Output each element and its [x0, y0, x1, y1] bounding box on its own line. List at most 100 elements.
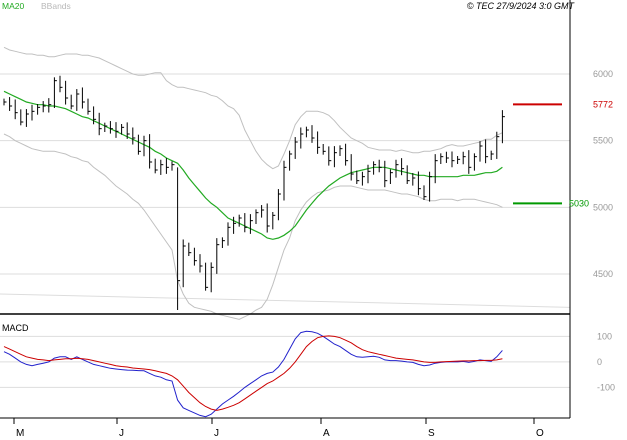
price-bar	[451, 151, 455, 168]
price-bar	[328, 146, 332, 166]
price-bar	[70, 94, 74, 110]
price-bar	[350, 154, 354, 181]
price-bar	[137, 134, 141, 155]
price-bar	[305, 126, 309, 138]
price-bar	[339, 145, 343, 156]
price-bars	[3, 75, 505, 310]
price-bar	[462, 151, 466, 165]
month-label: S	[428, 428, 435, 439]
price-bar	[272, 212, 276, 230]
chart-canvas: 4500 5000 5500 6000 100 0 -100 M J J A S O MA20 BBan…	[0, 0, 615, 439]
price-bar	[31, 104, 35, 121]
price-tick-label: 5000	[593, 202, 613, 212]
price-bar	[406, 165, 410, 184]
ma20-line	[3, 90, 503, 240]
price-bar	[199, 254, 203, 273]
price-bar	[300, 127, 304, 149]
axes-frame	[0, 0, 571, 419]
price-bar	[210, 262, 214, 293]
price-tick-label: 5500	[593, 136, 613, 146]
price-gridline-low	[0, 293, 571, 308]
price-bar	[182, 239, 186, 288]
macd-tick-label: -100	[597, 382, 615, 392]
price-bar	[48, 98, 52, 113]
resistance-level-label: 5772	[593, 99, 613, 109]
price-bar	[440, 153, 444, 164]
price-tick-label: 6000	[593, 69, 613, 79]
price-bar	[479, 141, 483, 162]
price-bar	[233, 216, 237, 234]
price-bar	[378, 159, 382, 173]
price-bar	[14, 99, 18, 120]
price-bar	[132, 127, 136, 145]
price-bar	[9, 97, 13, 111]
price-bar	[154, 158, 158, 174]
price-bar	[76, 89, 80, 111]
macd-panel-label: MACD	[2, 323, 29, 333]
price-levels	[513, 103, 562, 205]
month-label: A	[323, 428, 330, 439]
price-bar	[165, 158, 169, 174]
price-bar	[126, 122, 130, 139]
month-label: M	[16, 428, 24, 439]
price-bar	[37, 104, 41, 115]
price-bar	[473, 153, 477, 171]
legend-ma20: MA20	[2, 1, 24, 11]
bb-upper-line	[3, 46, 503, 170]
price-bar	[496, 131, 500, 159]
price-bar	[171, 161, 175, 171]
copyright-timestamp: © TEC 27/9/2024 3:0 GMT	[467, 1, 576, 11]
price-bar	[429, 171, 433, 202]
price-gridlines	[0, 73, 571, 308]
tick-labels: 4500 5000 5500 6000 100 0 -100 M J J A S O	[13, 69, 615, 439]
price-bar	[193, 247, 197, 266]
month-label: J	[119, 428, 124, 439]
price-bar	[244, 213, 248, 233]
price-bar	[221, 237, 225, 248]
macd-lines	[3, 330, 503, 418]
price-bar	[322, 144, 326, 155]
signal-polyline	[3, 335, 503, 411]
price-bar	[490, 150, 494, 160]
price-bar	[289, 150, 293, 171]
price-bar	[216, 238, 220, 274]
price-bar	[42, 101, 46, 113]
price-bar	[468, 150, 472, 174]
legend-bbands: BBands	[41, 1, 71, 11]
price-bar	[317, 131, 321, 154]
price-bar	[109, 121, 113, 134]
price-bar	[445, 151, 449, 163]
price-bar	[395, 159, 399, 178]
price-bar	[373, 161, 377, 175]
price-bar	[115, 122, 119, 138]
macd-polyline	[3, 330, 503, 418]
price-bar	[53, 77, 57, 108]
price-bar	[361, 171, 365, 186]
price-bar	[333, 146, 337, 168]
price-bar	[25, 109, 29, 127]
price-bar	[255, 209, 259, 224]
price-bar	[149, 134, 153, 169]
price-bar	[423, 185, 427, 200]
price-bar	[389, 169, 393, 184]
price-bar	[345, 143, 349, 166]
price-bar	[20, 109, 24, 126]
price-bar	[188, 242, 192, 256]
price-bar	[121, 124, 125, 135]
price-bar	[160, 159, 164, 175]
price-bar	[501, 110, 505, 144]
bollinger-bands	[3, 46, 503, 320]
price-bar	[277, 189, 281, 221]
price-bar	[87, 98, 91, 115]
bb-lower-line	[3, 133, 503, 320]
macd-gridlines	[0, 335, 570, 388]
price-bar	[485, 139, 489, 164]
price-bar	[283, 160, 287, 201]
month-label: O	[536, 428, 544, 439]
macd-tick-label: 100	[597, 331, 612, 341]
price-bar	[434, 154, 438, 184]
price-bar	[227, 222, 231, 246]
support-level-label: 5030	[569, 198, 589, 208]
month-label: J	[214, 428, 219, 439]
price-bar	[65, 80, 69, 105]
